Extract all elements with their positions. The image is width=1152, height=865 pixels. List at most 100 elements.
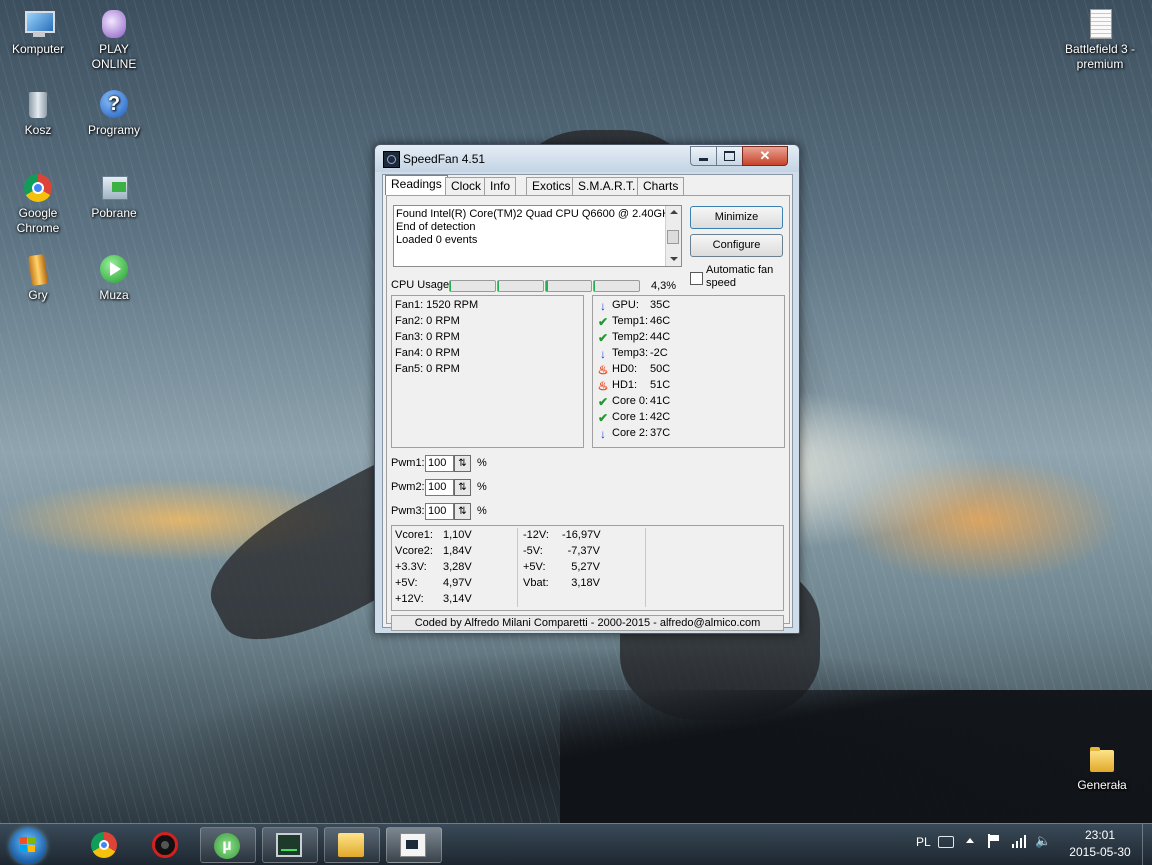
checkmark-icon: ✔ — [597, 395, 609, 409]
tab-info[interactable]: Info — [484, 177, 517, 195]
desktop-icon-programy[interactable]: ? Programy — [76, 89, 152, 138]
chrome-icon — [91, 832, 117, 858]
pwm-value-input[interactable]: 100 — [425, 503, 454, 520]
start-button[interactable] — [0, 827, 56, 864]
window-close-button[interactable]: ✕ — [742, 146, 788, 166]
desktop-icon-battlefield[interactable]: Battlefield 3 - premium — [1062, 8, 1138, 72]
temp-value: 50C — [650, 363, 671, 375]
voltage-value: 5,27V — [571, 561, 600, 573]
taskbar-media-app[interactable] — [139, 827, 193, 861]
temp-label: Core 2: — [612, 427, 649, 439]
voltage-label: Vcore2: — [395, 545, 433, 557]
text-file-icon — [1084, 8, 1116, 40]
temp-value: 37C — [650, 427, 671, 439]
speedfan-icon — [400, 833, 426, 857]
speedfan-app-icon — [383, 151, 400, 168]
voltage-label: Vcore1: — [395, 529, 433, 541]
tab-exotics[interactable]: Exotics — [526, 177, 577, 195]
voltage-value: -16,97V — [562, 529, 601, 541]
media-record-icon — [152, 832, 178, 858]
temp-value: 42C — [650, 411, 671, 423]
tab-smart[interactable]: S.M.A.R.T. — [572, 177, 642, 195]
log-box[interactable]: Found Intel(R) Core(TM)2 Quad CPU Q6600 … — [393, 205, 682, 267]
language-indicator[interactable]: PL — [916, 835, 931, 849]
utorrent-icon: µ — [214, 833, 240, 859]
scroll-thumb[interactable] — [667, 230, 679, 244]
desktop-icon-label: Pobrane — [91, 206, 137, 220]
fan-reading: Fan1: 1520 RPM — [395, 299, 479, 311]
tab-clock[interactable]: Clock — [445, 177, 488, 195]
auto-fan-checkbox[interactable] — [690, 272, 703, 285]
speedfan-window[interactable]: SpeedFan 4.51 ✕ Readings Clock Info Exot… — [374, 144, 800, 634]
desktop-icon-chrome[interactable]: Google Chrome — [0, 172, 76, 236]
cpu-core-bar — [593, 280, 640, 292]
taskbar-chrome[interactable] — [78, 827, 132, 861]
window-title: SpeedFan 4.51 — [403, 152, 486, 166]
taskbar-speedfan[interactable] — [386, 827, 442, 863]
pwm-value-input[interactable]: 100 — [425, 455, 454, 472]
log-scrollbar[interactable] — [665, 206, 681, 266]
desktop-icon-gry[interactable]: Gry — [0, 254, 76, 303]
desktop-icon-recycle-bin[interactable]: Kosz — [0, 89, 76, 138]
voltage-label: +5V: — [523, 561, 546, 573]
clock-time[interactable]: 23:01 — [1080, 828, 1120, 842]
tab-readings[interactable]: Readings — [385, 175, 448, 195]
temp-value: 44C — [650, 331, 671, 343]
voltage-divider — [645, 528, 646, 607]
taskbar-task-manager[interactable] — [262, 827, 318, 863]
desktop-icon-play-online[interactable]: PLAY ONLINE — [76, 8, 152, 72]
temps-box: ↓ GPU: 35C ✔ Temp1: 46C ✔ Temp2: 44C ↓ Temp3: -2C ♨ H… — [592, 295, 785, 448]
pwm-spinner-icon[interactable]: ⇅ — [454, 503, 471, 520]
show-hidden-icons-chevron-up-icon[interactable] — [966, 838, 974, 843]
voltage-value: 3,18V — [571, 577, 600, 589]
fans-box: Fan1: 1520 RPM Fan2: 0 RPM Fan3: 0 RPM Fan4… — [391, 295, 584, 448]
cpu-core-bar — [545, 280, 592, 292]
folder-icon — [1086, 744, 1118, 776]
pwm-spinner-icon[interactable]: ⇅ — [454, 455, 471, 472]
title-bar[interactable]: SpeedFan 4.51 ✕ — [375, 145, 799, 172]
voltage-value: 3,28V — [443, 561, 472, 573]
pwm-value-input[interactable]: 100 — [425, 479, 454, 496]
configure-button[interactable]: Configure — [690, 234, 783, 257]
keyboard-icon[interactable] — [938, 836, 954, 848]
temp-label: HD1: — [612, 379, 638, 391]
taskbar-utorrent[interactable]: µ — [200, 827, 256, 863]
footer-credit: Coded by Alfredo Milani Comparetti - 200… — [414, 617, 761, 629]
network-signal-icon[interactable] — [1012, 834, 1026, 848]
voltage-label: -12V: — [523, 529, 549, 541]
cpu-core-bar-fill — [450, 281, 451, 291]
tab-charts[interactable]: Charts — [637, 177, 685, 195]
window-maximize-button[interactable] — [716, 146, 743, 166]
fan-reading: Fan3: 0 RPM — [395, 331, 460, 343]
desktop-icon-muza[interactable]: Muza — [76, 254, 152, 303]
voltage-divider — [517, 528, 518, 607]
cpu-usage-label: CPU Usage — [391, 279, 450, 291]
volume-speaker-icon[interactable]: 🔈 — [1035, 834, 1051, 848]
cpu-core-bar-fill — [546, 281, 548, 291]
footer-bar: Coded by Alfredo Milani Comparetti - 200… — [391, 615, 784, 631]
scroll-down-icon[interactable] — [670, 257, 678, 261]
desktop-icon-label: Programy — [87, 123, 140, 137]
clock-date[interactable]: 2015-05-30 — [1062, 845, 1138, 859]
desktop-icon-pobrane[interactable]: Pobrane — [76, 172, 152, 221]
log-line: Loaded 0 events — [396, 234, 478, 246]
desktop-icon-computer[interactable]: Komputer — [0, 8, 76, 57]
pwm-label: Pwm3: — [391, 505, 425, 517]
recycle-bin-icon — [22, 89, 54, 121]
fan-reading: Fan4: 0 RPM — [395, 347, 460, 359]
voltage-label: +3.3V: — [395, 561, 427, 573]
scroll-up-icon[interactable] — [670, 210, 678, 214]
pwm-spinner-icon[interactable]: ⇅ — [454, 479, 471, 496]
checkmark-icon: ✔ — [597, 411, 609, 425]
taskbar-explorer[interactable] — [324, 827, 380, 863]
show-desktop-button[interactable] — [1142, 824, 1152, 865]
games-icon — [22, 254, 54, 286]
desktop-icon-generala[interactable]: Generała — [1064, 744, 1140, 793]
window-minimize-button[interactable] — [690, 146, 717, 166]
chrome-icon — [22, 172, 54, 204]
desktop-icon-label: PLAY ONLINE — [91, 42, 137, 71]
action-center-flag-icon[interactable] — [988, 834, 1000, 848]
desktop-icon-label: Battlefield 3 - premium — [1064, 42, 1136, 71]
minimize-button[interactable]: Minimize — [690, 206, 783, 229]
voltage-value: 3,14V — [443, 593, 472, 605]
